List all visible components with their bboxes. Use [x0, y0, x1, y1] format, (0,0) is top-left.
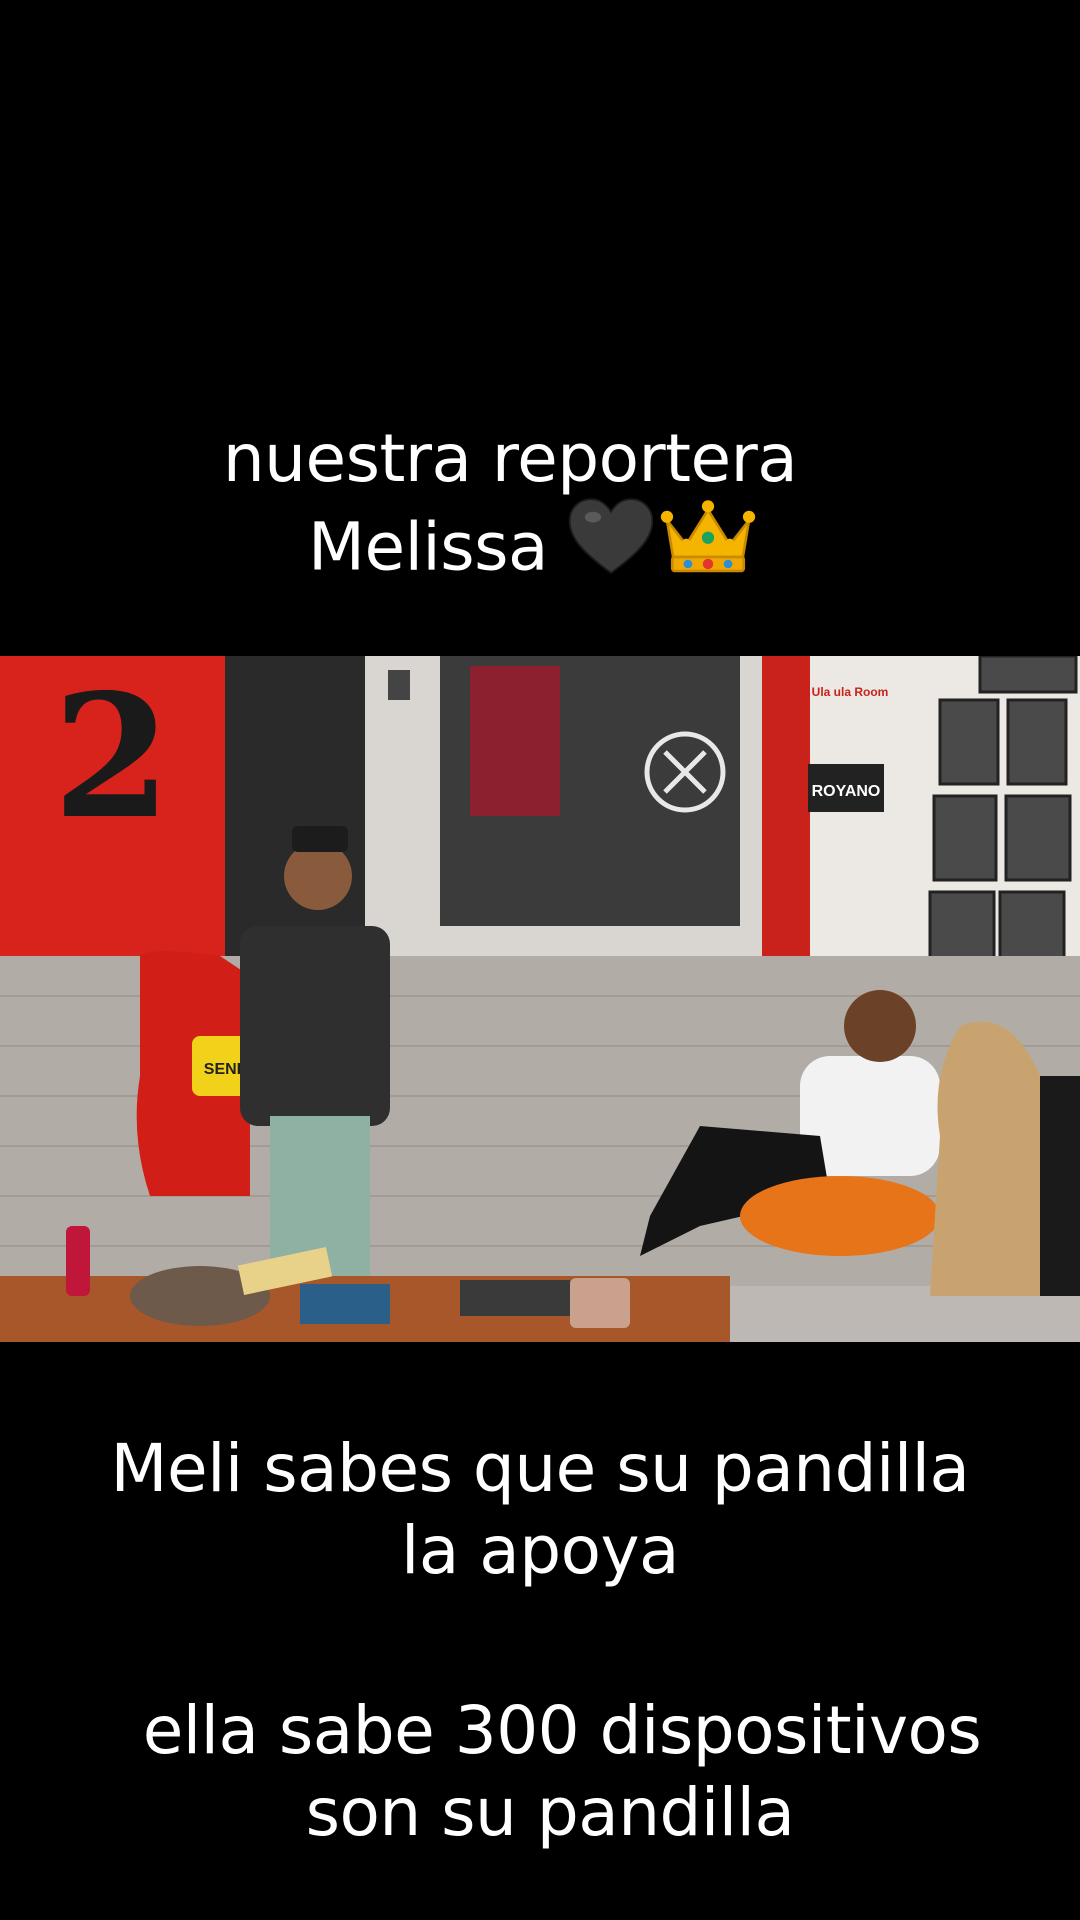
studio-big-number: 2 — [53, 657, 171, 857]
bottom-caption-line1: ella sabe 300 dispositivos — [142, 1692, 982, 1769]
video-post: nuestra reportera Melissa ROYANO Ula ula… — [0, 0, 1080, 1920]
middle-caption-line2: la apoya — [401, 1512, 679, 1589]
studio-scene: ROYANO Ula ula Room 2 SEND — [0, 656, 1080, 1342]
crown-icon — [656, 494, 756, 597]
video-frame[interactable]: ROYANO Ula ula Room 2 SEND — [0, 656, 1080, 1342]
middle-caption: Meli sabes que su pandilla la apoya — [0, 1428, 1080, 1592]
middle-caption-line1: Meli sabes que su pandilla — [110, 1430, 970, 1507]
top-caption-line2: Melissa — [0, 498, 1072, 603]
top-caption-line1: nuestra reportera — [222, 420, 798, 497]
top-caption: nuestra reportera Melissa — [0, 418, 1080, 603]
bottom-caption: ella sabe 300 dispositivos son su pandil… — [0, 1690, 1080, 1854]
black-heart-icon — [548, 495, 656, 596]
studio-sign-top: Ula ula Room — [812, 685, 889, 699]
top-caption-name: Melissa — [308, 508, 548, 586]
studio-sign-text: ROYANO — [812, 783, 881, 800]
bottom-caption-line2: son su pandilla — [305, 1774, 795, 1851]
